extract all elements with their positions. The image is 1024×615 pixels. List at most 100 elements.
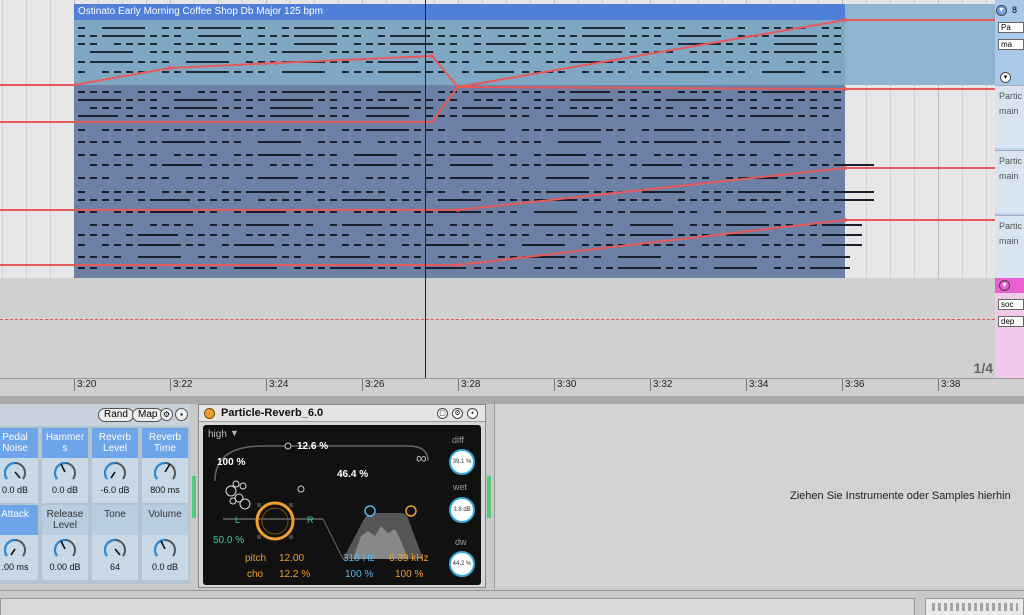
mini-clip-overview[interactable] [925, 598, 1024, 615]
mid-value[interactable]: 46.4 % [337, 469, 368, 480]
macro-knob[interactable] [2, 537, 28, 561]
pitch-value[interactable]: 12.00 [279, 553, 304, 564]
macro-knob[interactable] [52, 537, 78, 561]
page-indicator: 1/4 [973, 360, 993, 376]
macro-knob[interactable] [102, 460, 128, 484]
live-window: Ostinato Early Morning Coffee Shop Db Ma… [0, 0, 1024, 615]
rack-save-icon[interactable]: ▪ [175, 408, 188, 421]
track-chip-1[interactable]: Pa [998, 22, 1024, 33]
mode-dropdown-icon[interactable]: ▼ [230, 428, 239, 438]
macro-label: Volume [142, 505, 188, 535]
macro-6[interactable]: Release Level 0.00 dB [42, 505, 88, 580]
track-2-chip-1[interactable]: soc [998, 299, 1024, 310]
automation-line-3[interactable] [0, 167, 995, 211]
device-drop-zone[interactable]: Ziehen Sie Instrumente oder Samples hier… [494, 404, 1024, 588]
track-2-head[interactable]: ▼ [995, 278, 1024, 293]
hz-pct[interactable]: 100 % [345, 569, 373, 580]
left-label: L [235, 515, 241, 525]
track-sub-2-name: Partic [999, 156, 1023, 166]
diff-label: diff [452, 435, 464, 445]
macro-label: Release Level [42, 505, 88, 535]
tick-3-20: 3:20 [74, 379, 96, 391]
timeline-ruler[interactable]: 3:20 3:22 3:24 3:26 3:28 3:30 3:32 3:34 … [0, 378, 1024, 396]
macro-value[interactable]: -6.0 dB [92, 485, 138, 495]
device-expand-icon[interactable]: ▢ [437, 408, 448, 419]
track-sub-2[interactable]: Partic main [995, 150, 1024, 213]
track-collapse-icon[interactable]: ▾ [1000, 72, 1011, 83]
spread-value[interactable]: 50.0 % [213, 535, 244, 546]
status-info [0, 598, 915, 615]
macro-8[interactable]: Volume 0.0 dB [142, 505, 188, 580]
khz-value[interactable]: 6.39 kHz [389, 553, 428, 564]
rack-settings-icon[interactable]: ⚙ [160, 408, 173, 421]
macro-label: Attack [0, 505, 38, 535]
tick-3-26: 3:26 [362, 379, 384, 391]
automation-line-4[interactable] [0, 219, 995, 266]
macro-7[interactable]: Tone 64 [92, 505, 138, 580]
wet-knob[interactable]: 3.8 dB [449, 497, 475, 523]
rand-button[interactable]: Rand [98, 408, 134, 422]
track-header-1[interactable]: ▼ 8 Pa ma ▾ [995, 0, 1024, 85]
track-sub-3-name: Partic [999, 221, 1023, 231]
macro-value[interactable]: .00 ms [0, 562, 38, 572]
wet-label: wet [453, 482, 468, 492]
tick-3-24: 3:24 [266, 379, 288, 391]
macro-knob[interactable] [52, 460, 78, 484]
automation-line-2[interactable] [0, 85, 995, 123]
macro-knob[interactable] [152, 460, 178, 484]
track-sub-3[interactable]: Partic main [995, 215, 1024, 278]
track-chip-2[interactable]: ma [998, 39, 1024, 50]
cho-label: cho [247, 569, 264, 580]
macro-label: Reverb Time [142, 428, 188, 458]
cho-value[interactable]: 12.2 % [279, 569, 310, 580]
macro-4[interactable]: Reverb Time 800 ms [142, 428, 188, 503]
device-save-icon[interactable]: ▪ [467, 408, 478, 419]
macro-label: Hammer s [42, 428, 88, 458]
top-value[interactable]: 12.6 % [297, 441, 328, 452]
track-sub-1[interactable]: Partic main [995, 85, 1024, 148]
khz-pct[interactable]: 100 % [395, 569, 423, 580]
macro-5[interactable]: Attack .00 ms [0, 505, 38, 580]
dw-knob[interactable]: 44.2 % [449, 551, 475, 577]
track-sub-3-desc: main [999, 236, 1019, 246]
track-2-fold-button[interactable]: ▼ [999, 280, 1010, 291]
macro-knob[interactable] [152, 537, 178, 561]
device-settings-icon[interactable]: ⚙ [452, 408, 463, 419]
level-meter-left [192, 476, 196, 518]
macro-2[interactable]: Hammer s 0.0 dB [42, 428, 88, 503]
automation-lines[interactable] [0, 0, 995, 378]
macro-1[interactable]: Pedal Noise 0.0 dB [0, 428, 38, 503]
arrangement-view[interactable]: Ostinato Early Morning Coffee Shop Db Ma… [0, 0, 995, 378]
macro-value[interactable]: 0.00 dB [42, 562, 88, 572]
macro-knob[interactable] [102, 537, 128, 561]
track-sub-1-desc: main [999, 106, 1019, 116]
macro-label: Reverb Level [92, 428, 138, 458]
device-title: Particle-Reverb_6.0 [221, 407, 324, 419]
macro-value[interactable]: 0.0 dB [42, 485, 88, 495]
tick-3-36: 3:36 [842, 379, 864, 391]
track-sub-2-desc: main [999, 171, 1019, 181]
size-value[interactable]: 100 % [217, 457, 245, 468]
tick-3-28: 3:28 [458, 379, 480, 391]
infinity-icon[interactable]: ∞ [416, 450, 427, 467]
tick-3-34: 3:34 [746, 379, 768, 391]
diff-knob[interactable]: 39.1 % [449, 449, 475, 475]
macro-knob[interactable] [2, 460, 28, 484]
macro-3[interactable]: Reverb Level -6.0 dB [92, 428, 138, 503]
view-separator[interactable] [0, 396, 1024, 404]
hz-value[interactable]: 318 Hz [343, 553, 375, 564]
playhead[interactable] [425, 0, 426, 378]
track-header-2[interactable]: ▼ soc dep [995, 278, 1024, 378]
macro-value[interactable]: 0.0 dB [142, 562, 188, 572]
dw-label: dw [455, 537, 467, 547]
automation-line-1[interactable] [0, 19, 995, 89]
macro-value[interactable]: 64 [92, 562, 138, 572]
drop-hint: Ziehen Sie Instrumente oder Samples hier… [790, 490, 1011, 502]
macro-value[interactable]: 800 ms [142, 485, 188, 495]
mode-select[interactable]: high [208, 429, 227, 440]
power-toggle[interactable] [204, 408, 215, 419]
map-button[interactable]: Map [132, 408, 164, 422]
track-fold-button[interactable]: ▼ [996, 5, 1007, 16]
macro-value[interactable]: 0.0 dB [0, 485, 38, 495]
track-2-chip-2[interactable]: dep [998, 316, 1024, 327]
